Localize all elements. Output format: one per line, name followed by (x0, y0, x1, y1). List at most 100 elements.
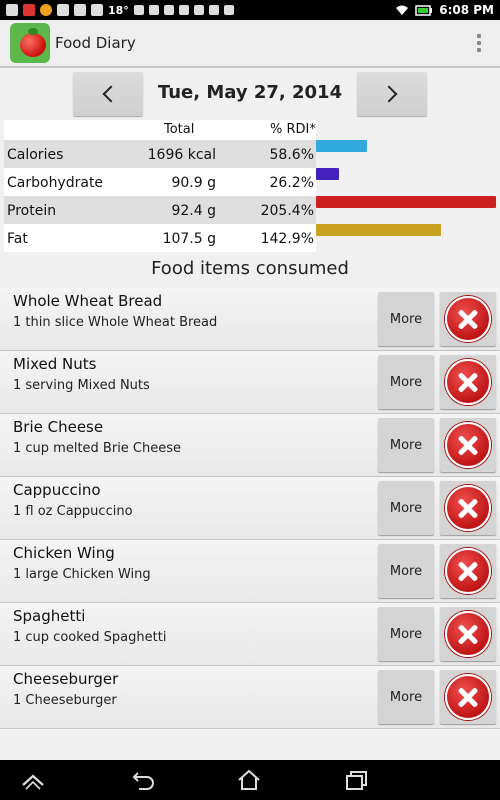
food-list-item[interactable]: Cappuccino 1 fl oz Cappuccino More (0, 477, 500, 540)
more-button[interactable]: More (378, 292, 434, 346)
app-logo-icon[interactable] (10, 23, 50, 63)
delete-button[interactable] (440, 607, 496, 661)
nutrient-total: 1696 kcal (147, 147, 216, 163)
nutrient-rdi: 205.4% (260, 203, 314, 219)
delete-x-icon (445, 548, 491, 594)
system-navigation-bar (0, 760, 500, 800)
header-rdi: % RDI* (270, 122, 316, 137)
food-list-item[interactable]: Brie Cheese 1 cup melted Brie Cheese More (0, 414, 500, 477)
messages-icon (74, 4, 86, 16)
nutrient-row: Carbohydrate 90.9 g 26.2% (4, 168, 500, 196)
delete-button[interactable] (440, 418, 496, 472)
nutrient-cells: Carbohydrate 90.9 g 26.2% (4, 168, 316, 196)
delete-button[interactable] (440, 670, 496, 724)
delete-x-icon (445, 611, 491, 657)
notification-icon (6, 4, 18, 16)
delete-button[interactable] (440, 544, 496, 598)
more-button[interactable]: More (378, 355, 434, 409)
document-icon (178, 5, 189, 15)
nutrient-name: Fat (7, 231, 28, 247)
food-name: Cappuccino (13, 481, 101, 499)
nutrient-name: Calories (7, 147, 64, 163)
food-list-item[interactable]: Spaghetti 1 cup cooked Spaghetti More (0, 603, 500, 666)
nutrient-total: 92.4 g (171, 203, 216, 219)
clock: 6:08 PM (439, 3, 494, 17)
food-serving: 1 fl oz Cappuccino (13, 504, 133, 519)
app-title: Food Diary (55, 34, 136, 52)
delete-x-icon (445, 422, 491, 468)
nutrient-rdi: 26.2% (269, 175, 314, 191)
warning-icon (148, 5, 159, 15)
nutrient-rdi: 142.9% (260, 231, 314, 247)
food-list-item[interactable]: Whole Wheat Bread 1 thin slice Whole Whea… (0, 288, 500, 351)
document-icon-2 (223, 5, 234, 15)
home-icon[interactable] (236, 768, 262, 792)
cloud-icon (91, 4, 103, 16)
more-button[interactable]: More (378, 607, 434, 661)
delete-x-icon (445, 296, 491, 342)
food-name: Mixed Nuts (13, 355, 97, 373)
more-button[interactable]: More (378, 544, 434, 598)
food-list-item[interactable]: Cheeseburger 1 Cheeseburger More (0, 666, 500, 729)
overflow-menu-icon[interactable] (476, 34, 482, 52)
food-item-list: Whole Wheat Bread 1 thin slice Whole Whea… (0, 288, 500, 729)
food-serving: 1 large Chicken Wing (13, 567, 151, 582)
recent-apps-icon[interactable] (343, 768, 369, 792)
food-serving: 1 cup cooked Spaghetti (13, 630, 167, 645)
food-name: Spaghetti (13, 607, 86, 625)
nutrient-row: Protein 92.4 g 205.4% (4, 196, 500, 224)
nutrient-cells: Protein 92.4 g 205.4% (4, 196, 316, 224)
nutrient-cells: Fat 107.5 g 142.9% (4, 224, 316, 252)
delete-button[interactable] (440, 481, 496, 535)
header-total: Total (164, 122, 195, 137)
food-section-title: Food items consumed (151, 258, 349, 279)
rdi-bar-area (316, 168, 500, 196)
previous-day-button[interactable] (73, 72, 143, 116)
delete-button[interactable] (440, 355, 496, 409)
chevron-right-icon (380, 85, 398, 103)
back-icon[interactable] (131, 768, 157, 792)
food-serving: 1 Cheeseburger (13, 693, 117, 708)
menu-up-icon[interactable] (20, 768, 46, 792)
date-navigation: Tue, May 27, 2014 (0, 70, 500, 118)
more-button[interactable]: More (378, 670, 434, 724)
app-notification-icon (40, 4, 52, 16)
food-serving: 1 thin slice Whole Wheat Bread (13, 315, 218, 330)
nutrient-total: 107.5 g (162, 231, 216, 247)
nutrient-row: Fat 107.5 g 142.9% (4, 224, 500, 252)
gmail-icon (57, 4, 69, 16)
rdi-bar (316, 168, 339, 180)
weather-icon (133, 5, 144, 15)
checkbox-icon (193, 5, 204, 15)
rdi-bar-area (316, 224, 500, 252)
delete-x-icon (445, 485, 491, 531)
more-button[interactable]: More (378, 418, 434, 472)
nutrient-name: Carbohydrate (7, 175, 104, 191)
more-button[interactable]: More (378, 481, 434, 535)
rdi-bar (316, 196, 496, 208)
chevron-left-icon (102, 85, 120, 103)
nutrient-rdi: 58.6% (269, 147, 314, 163)
nutrient-summary-table: Total % RDI* Calories 1696 kcal 58.6% Carbo… (4, 120, 500, 252)
food-list-item[interactable]: Mixed Nuts 1 serving Mixed Nuts More (0, 351, 500, 414)
rdi-bar (316, 140, 367, 152)
food-name: Whole Wheat Bread (13, 292, 163, 310)
food-serving: 1 cup melted Brie Cheese (13, 441, 182, 456)
food-name: Brie Cheese (13, 418, 104, 436)
next-day-button[interactable] (357, 72, 427, 116)
food-name: Cheeseburger (13, 670, 119, 688)
nutrient-name: Protein (7, 203, 57, 219)
rdi-bar-area (316, 140, 500, 168)
battery-icon (415, 4, 433, 16)
action-bar: Food Diary (0, 20, 500, 68)
download-icon (163, 5, 174, 15)
delete-x-icon (445, 359, 491, 405)
mail-app-icon (23, 4, 35, 16)
delete-button[interactable] (440, 292, 496, 346)
temperature-text: 18° (108, 3, 129, 17)
nutrient-table-header: Total % RDI* (4, 120, 316, 140)
food-list-item[interactable]: Chicken Wing 1 large Chicken Wing More (0, 540, 500, 603)
current-date: Tue, May 27, 2014 (157, 82, 343, 103)
play-store-icon (208, 5, 219, 15)
food-serving: 1 serving Mixed Nuts (13, 378, 150, 393)
